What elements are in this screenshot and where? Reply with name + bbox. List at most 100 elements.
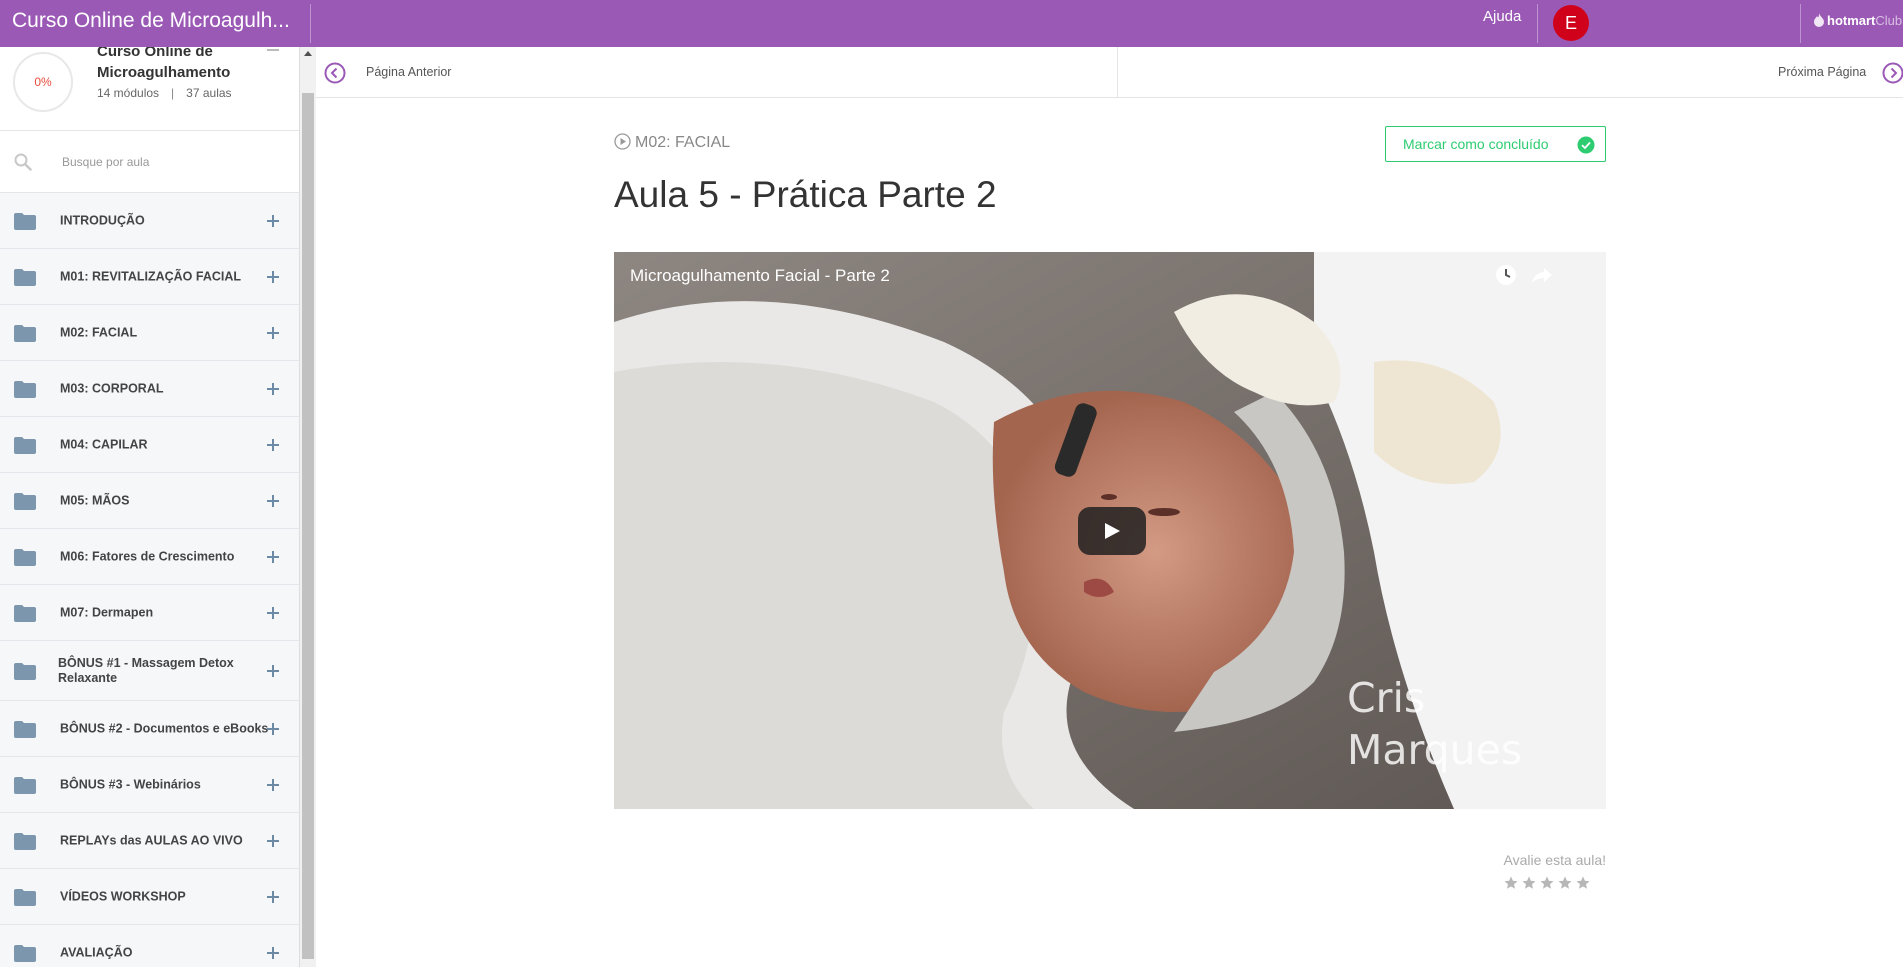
scrollbar-thumb[interactable] xyxy=(302,93,314,959)
folder-icon xyxy=(14,325,36,342)
module-label: BÔNUS #3 - Webinários xyxy=(60,777,201,791)
module-item[interactable]: VÍDEOS WORKSHOP xyxy=(0,869,299,925)
module-label: REPLAYs das AULAS AO VIVO xyxy=(60,833,243,847)
chevron-left-icon[interactable] xyxy=(324,62,346,84)
module-label: M02: FACIAL xyxy=(60,325,138,339)
folder-icon xyxy=(14,889,36,906)
folder-icon xyxy=(14,493,36,510)
video-title[interactable]: Microagulhamento Facial - Parte 2 xyxy=(630,266,890,286)
mark-complete-button[interactable]: Marcar como concluído xyxy=(1385,126,1606,162)
search-input[interactable] xyxy=(62,149,282,175)
previous-page-link[interactable]: Página Anterior xyxy=(366,65,451,79)
plus-icon[interactable] xyxy=(267,890,279,903)
plus-icon[interactable] xyxy=(267,382,279,395)
folder-icon xyxy=(14,833,36,850)
plus-icon[interactable] xyxy=(267,550,279,563)
plus-icon[interactable] xyxy=(267,834,279,847)
video-player[interactable]: Microagulhamento Facial - Parte 2 Cris M… xyxy=(614,252,1606,809)
play-button[interactable] xyxy=(1078,507,1146,555)
sidebar-scrollbar[interactable] xyxy=(300,47,316,967)
module-item[interactable]: M07: Dermapen xyxy=(0,585,299,641)
folder-icon xyxy=(14,549,36,566)
plus-icon[interactable] xyxy=(267,326,279,339)
module-item[interactable]: REPLAYs das AULAS AO VIVO xyxy=(0,813,299,869)
star-icon[interactable] xyxy=(1504,876,1518,890)
play-icon xyxy=(1105,523,1120,539)
module-item[interactable]: M01: REVITALIZAÇÃO FACIAL xyxy=(0,249,299,305)
module-item[interactable]: M05: MÃOS xyxy=(0,473,299,529)
next-page-link[interactable]: Próxima Página xyxy=(1778,65,1866,79)
course-title[interactable]: Curso Online de Microagulh... xyxy=(12,9,297,33)
folder-icon xyxy=(14,721,36,738)
plus-icon[interactable] xyxy=(267,722,279,735)
star-icon[interactable] xyxy=(1540,876,1554,890)
module-item[interactable]: AVALIAÇÃO xyxy=(0,925,299,967)
folder-icon xyxy=(14,663,36,680)
plus-icon[interactable] xyxy=(267,214,279,227)
progress-indicator: 0% xyxy=(13,52,73,112)
lessons-count: 37 aulas xyxy=(186,86,232,100)
star-icon[interactable] xyxy=(1576,876,1590,890)
user-avatar[interactable]: E xyxy=(1553,5,1589,41)
mark-complete-label: Marcar como concluído xyxy=(1403,136,1549,152)
module-label: VÍDEOS WORKSHOP xyxy=(60,889,186,903)
module-label: M04: CAPILAR xyxy=(60,437,148,451)
lesson-search xyxy=(0,131,299,193)
chevron-right-icon[interactable] xyxy=(1882,62,1903,84)
module-label: M03: CORPORAL xyxy=(60,381,164,395)
hotmart-club-logo[interactable]: hotmartClub xyxy=(1813,13,1902,28)
top-bar: Curso Online de Microagulh... Ajuda E ho… xyxy=(0,0,1903,47)
module-label: M06: Fatores de Crescimento xyxy=(60,549,235,563)
flame-icon xyxy=(1814,13,1824,27)
play-circle-icon xyxy=(614,133,631,150)
page-navigation: Página Anterior Próxima Página xyxy=(316,47,1903,98)
module-item[interactable]: M03: CORPORAL xyxy=(0,361,299,417)
folder-icon xyxy=(14,381,36,398)
divider xyxy=(310,4,311,43)
scroll-up-arrow[interactable] xyxy=(304,51,312,56)
collapse-icon[interactable] xyxy=(267,49,279,51)
module-item[interactable]: M04: CAPILAR xyxy=(0,417,299,473)
module-label: INTRODUÇÃO xyxy=(60,213,145,227)
modules-count: 14 módulos xyxy=(97,86,160,100)
rating-label: Avalie esta aula! xyxy=(1503,852,1606,868)
folder-icon xyxy=(14,269,36,286)
folder-icon xyxy=(14,437,36,454)
plus-icon[interactable] xyxy=(267,438,279,451)
module-item[interactable]: BÔNUS #3 - Webinários xyxy=(0,757,299,813)
plus-icon[interactable] xyxy=(267,778,279,791)
search-icon xyxy=(14,153,32,171)
share-icon[interactable] xyxy=(1530,263,1554,287)
folder-icon xyxy=(14,605,36,622)
lesson-title: Aula 5 - Prática Parte 2 xyxy=(614,174,997,215)
folder-icon xyxy=(14,777,36,794)
brand-suffix: Club xyxy=(1875,13,1903,28)
plus-icon[interactable] xyxy=(267,494,279,507)
star-icon[interactable] xyxy=(1558,876,1572,890)
module-list: INTRODUÇÃO M01: REVITALIZAÇÃO FACIAL M02… xyxy=(0,193,299,967)
divider xyxy=(1800,4,1801,43)
video-watermark: Cris Marques xyxy=(1347,674,1523,774)
check-circle-icon xyxy=(1577,136,1595,154)
star-icon[interactable] xyxy=(1522,876,1536,890)
course-sidebar: 0% Curso Online de Microagulhamento 14 m… xyxy=(0,47,300,967)
folder-icon xyxy=(14,213,36,230)
course-name: Curso Online de Microagulhamento xyxy=(97,47,231,81)
plus-icon[interactable] xyxy=(267,664,279,677)
module-item[interactable]: BÔNUS #2 - Documentos e eBooks xyxy=(0,701,299,757)
module-item[interactable]: INTRODUÇÃO xyxy=(0,193,299,249)
plus-icon[interactable] xyxy=(267,606,279,619)
module-tag: M02: FACIAL xyxy=(614,133,730,152)
brand-name: hotmart xyxy=(1827,13,1876,28)
module-item[interactable]: M06: Fatores de Crescimento xyxy=(0,529,299,585)
module-item[interactable]: M02: FACIAL xyxy=(0,305,299,361)
module-label: M05: MÃOS xyxy=(60,493,130,507)
help-link[interactable]: Ajuda xyxy=(1483,8,1521,25)
module-item[interactable]: BÔNUS #1 - Massagem Detox Relaxante xyxy=(0,641,299,701)
plus-icon[interactable] xyxy=(267,270,279,283)
divider xyxy=(1537,4,1538,43)
plus-icon[interactable] xyxy=(267,946,279,959)
module-label: M07: Dermapen xyxy=(60,605,154,619)
watch-later-icon[interactable] xyxy=(1494,263,1518,287)
module-label: AVALIAÇÃO xyxy=(60,945,133,959)
